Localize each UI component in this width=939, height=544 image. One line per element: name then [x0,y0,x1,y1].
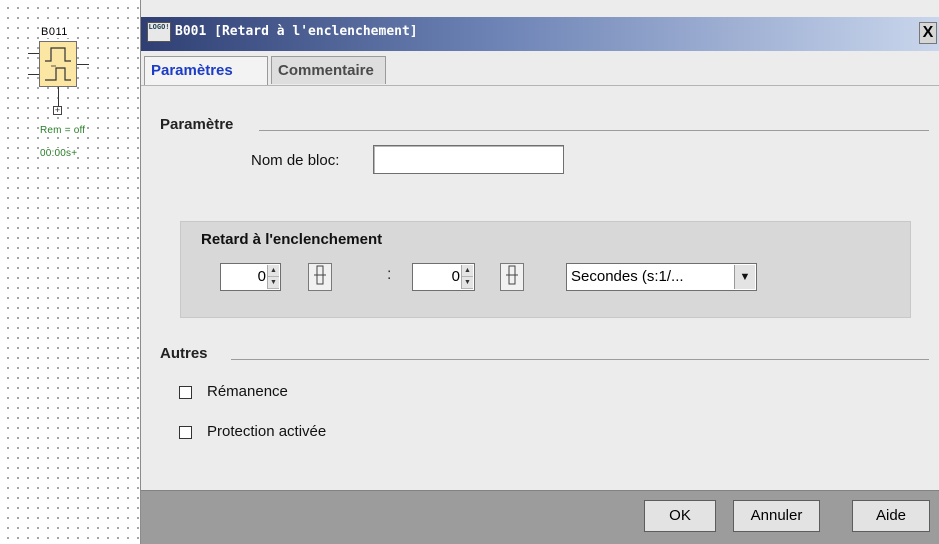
dialog-footer: OK Annuler Aide [141,490,939,544]
parametre-section-title: Paramètre [160,116,238,133]
delay-value2-spin-arrows[interactable]: ▲ ▼ [461,265,473,289]
remanence-checkbox[interactable] [179,386,192,399]
block-output-pin [77,64,89,65]
ok-button[interactable]: OK [644,500,716,532]
spin-down-icon[interactable]: ▼ [462,277,473,289]
parameter-link-icon [314,265,326,285]
time-unit-selected-value: Secondes (s:1/... [571,268,684,285]
diagram-canvas[interactable]: B011 + Rem = off 00:00s+ [0,0,140,544]
delay-value2-param-button[interactable] [500,263,524,291]
delay-time-label: 00:00s+ [40,148,78,159]
logo-app-icon: LOGO! [147,22,171,42]
time-unit-select[interactable]: Secondes (s:1/... ▼ [566,263,757,291]
block-name-input[interactable] [373,145,564,174]
spin-down-icon[interactable]: ▼ [268,277,279,289]
chevron-down-icon[interactable]: ▼ [734,265,755,289]
delay-group-title: Retard à l'enclenchement [201,231,383,248]
delay-value1-spinner[interactable]: 0 ▲ ▼ [220,263,281,291]
block-param-connector [58,87,59,106]
delay-value1-text: 0 [257,268,266,285]
protection-label[interactable]: Protection activée [207,423,326,440]
remanence-label[interactable]: Rémanence [207,383,288,400]
protection-checkbox[interactable] [179,426,192,439]
delay-value2-text: 0 [451,268,460,285]
help-button[interactable]: Aide [852,500,930,532]
tab-parametres[interactable]: Paramètres [144,56,268,86]
delay-value2-spinner[interactable]: 0 ▲ ▼ [412,263,475,291]
autres-section-title: Autres [160,345,212,362]
remanence-status-label: Rem = off [40,125,86,136]
block-id-label: B011 [40,26,69,38]
tab-divider [141,85,939,86]
block-input-pin-trg [28,53,39,54]
delay-value1-spin-arrows[interactable]: ▲ ▼ [267,265,279,289]
on-delay-symbol-icon [45,47,71,81]
spin-up-icon[interactable]: ▲ [462,265,473,277]
block-properties-dialog: LOGO! B001 [Retard à l'enclenchement] X … [140,0,939,544]
on-delay-block[interactable] [39,41,77,87]
parametre-section-rule [259,130,929,131]
dialog-title: B001 [Retard à l'enclenchement] [175,24,418,39]
delay-group: Retard à l'enclenchement 0 ▲ ▼ : 0 ▲ ▼ S… [180,221,911,318]
tab-commentaire[interactable]: Commentaire [271,56,386,84]
autres-section-rule [231,359,929,360]
parameter-link-icon [506,265,518,285]
close-button[interactable]: X [919,22,937,44]
cancel-button[interactable]: Annuler [733,500,820,532]
expand-plus-icon[interactable]: + [53,106,62,115]
block-input-pin-par [28,74,39,75]
delay-value1-param-button[interactable] [308,263,332,291]
block-name-label: Nom de bloc: [251,152,340,169]
spin-up-icon[interactable]: ▲ [268,265,279,277]
dialog-titlebar[interactable]: LOGO! B001 [Retard à l'enclenchement] X [141,17,939,51]
delay-separator: : [387,266,392,283]
